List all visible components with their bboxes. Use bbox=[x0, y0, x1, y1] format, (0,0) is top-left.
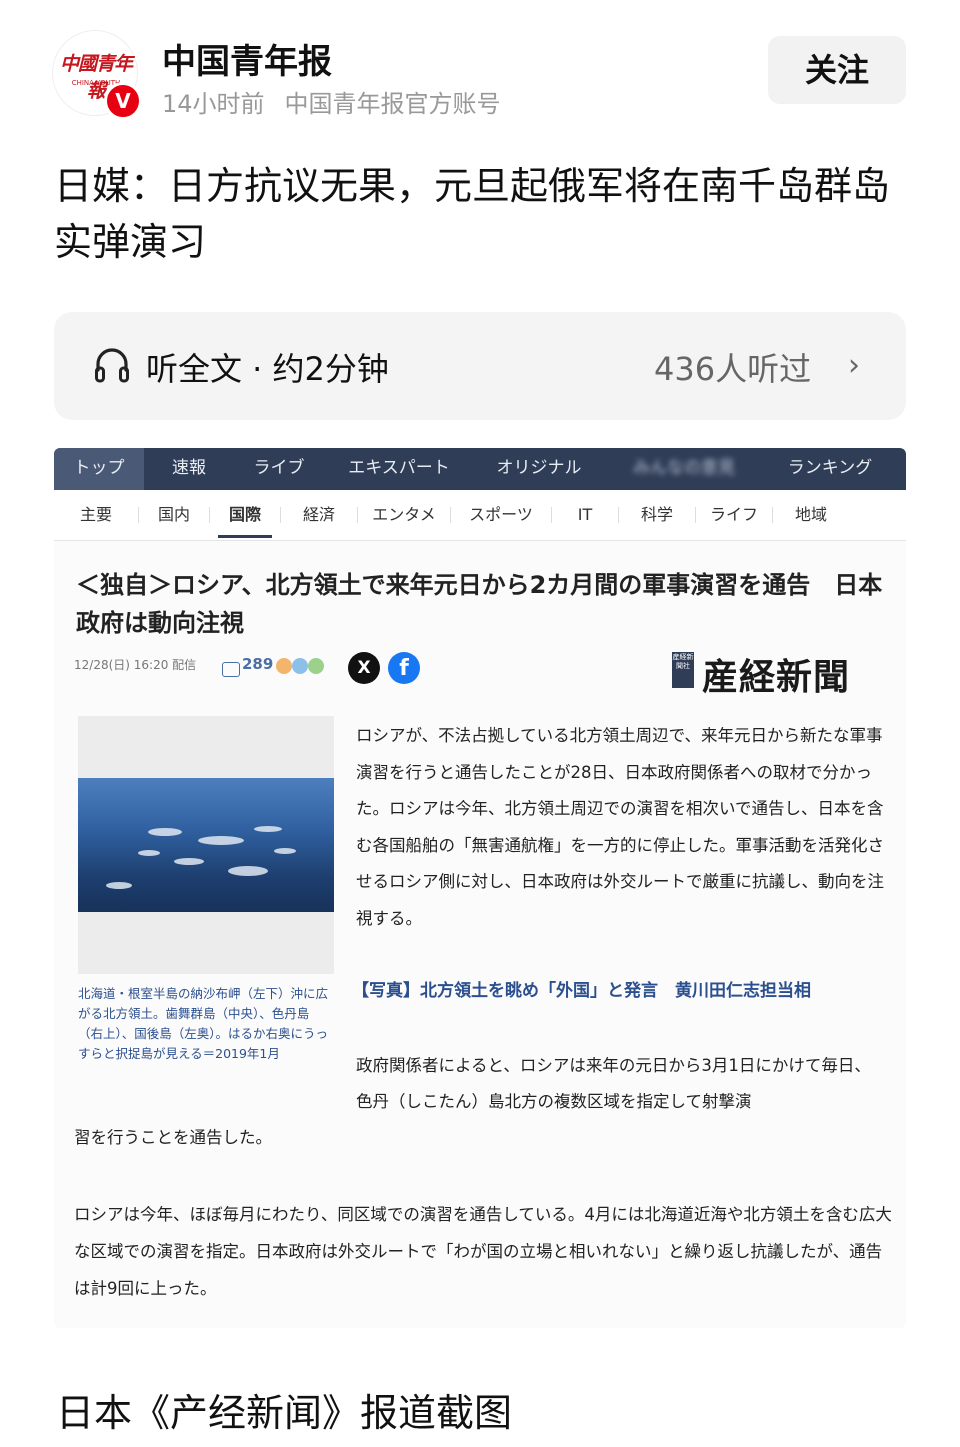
listen-count: 436人听过 bbox=[654, 350, 812, 388]
top-nav-item: オリジナル bbox=[496, 458, 582, 478]
article-screenshot[interactable]: トップ 速報 ライブ エキスパート オリジナル みんなの意見 ランキング 主要 … bbox=[54, 448, 906, 1328]
reaction-icon bbox=[308, 658, 324, 674]
verified-badge-icon: V bbox=[104, 82, 142, 120]
article-date: 12/28(日) 16:20 配信 bbox=[74, 658, 197, 672]
listen-label: 听全文 · 约2分钟 bbox=[146, 350, 389, 388]
sub-nav-item: スポーツ bbox=[469, 505, 533, 524]
article-headline: ＜独自＞ロシア、北方領土で来年元日から2カ月間の軍事演習を通告 日本政府は動向注… bbox=[76, 571, 883, 637]
article-paragraph: ロシアは今年、ほぼ毎月にわたり、同区域での演習を通告している。4月には北海道近海… bbox=[74, 1205, 892, 1298]
top-nav-item: ライブ bbox=[253, 458, 305, 478]
follow-button[interactable]: 关注 bbox=[768, 36, 906, 104]
sub-nav-item: 国内 bbox=[157, 505, 190, 524]
yahoo-sub-nav: 主要 国内 国際 経済 エンタメ スポーツ IT 科学 ライフ 地域 bbox=[54, 490, 906, 541]
comment-icon bbox=[222, 662, 240, 677]
top-nav-item: エキスパート bbox=[348, 458, 450, 478]
top-nav-item: 速報 bbox=[172, 458, 206, 478]
comment-count: 289 bbox=[242, 655, 274, 673]
account-name[interactable]: 中国青年报 bbox=[162, 34, 332, 83]
northern-territories-photo bbox=[78, 778, 334, 912]
headphones-icon bbox=[95, 348, 129, 383]
sub-nav-item: 科学 bbox=[640, 505, 673, 524]
sub-nav-item-active: 国際 bbox=[210, 490, 280, 540]
account-meta: 14小时前 中国青年报官方账号 bbox=[162, 84, 521, 119]
source-logo: 産経新聞 bbox=[702, 656, 851, 698]
sub-nav-item: IT bbox=[577, 505, 593, 524]
chevron-right-icon: › bbox=[848, 348, 860, 383]
post-title: 日媒：日方抗议无果，元旦起俄军将在南千岛群岛实弹演习 bbox=[54, 164, 891, 264]
facebook-share-icon: f bbox=[388, 652, 420, 684]
sub-nav-item: 地域 bbox=[794, 505, 827, 524]
post-time: 14小时前 bbox=[162, 90, 265, 118]
reaction-icon bbox=[292, 658, 308, 674]
yahoo-top-nav: トップ 速報 ライブ エキスパート オリジナル みんなの意見 ランキング bbox=[54, 448, 906, 490]
x-share-icon: X bbox=[348, 652, 380, 684]
article-paragraph: 政府関係者によると、ロシアは来年の元日から3月1日にかけて毎日、色丹（しこたん）… bbox=[356, 1056, 871, 1111]
photo-caption: 北海道・根室半島の納沙布岬（左下）沖に広がる北方領土。歯舞群島（中央）、色丹島（… bbox=[78, 986, 329, 1061]
photo-link: 【写真】北方領土を眺め「外国」と発言 黄川田仁志担当相 bbox=[352, 981, 811, 1001]
article-paragraph-continued: 習を行うことを通告した。 bbox=[74, 1128, 272, 1147]
top-nav-item: トップ bbox=[54, 448, 144, 490]
sub-nav-item: 経済 bbox=[302, 505, 335, 524]
sankei-mark-icon: 産経新聞社 bbox=[672, 652, 694, 688]
sub-nav-item: エンタメ bbox=[372, 505, 436, 524]
top-nav-item-blurred: みんなの意見 bbox=[633, 458, 735, 478]
article-paragraph: ロシアが、不法占拠している北方領土周辺で、来年元日から新たな軍事演習を行うと通告… bbox=[356, 726, 884, 928]
sub-nav-item: 主要 bbox=[79, 505, 112, 524]
sub-nav-item: ライフ bbox=[709, 505, 758, 524]
image-caption: 日本《产经新闻》报道截图 bbox=[56, 1391, 513, 1435]
account-description: 中国青年报官方账号 bbox=[284, 90, 501, 118]
top-nav-item: ランキング bbox=[787, 458, 873, 478]
reaction-icon bbox=[276, 658, 292, 674]
